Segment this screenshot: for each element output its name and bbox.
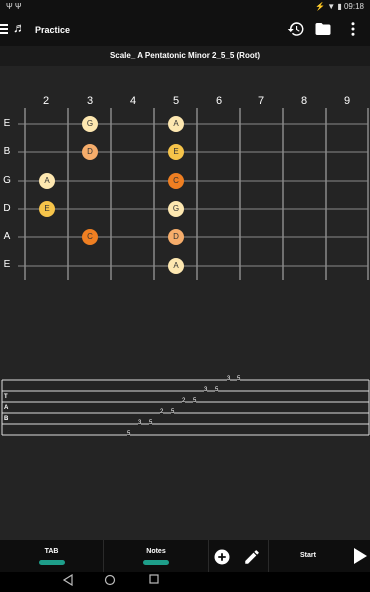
tab-number: 5	[171, 409, 175, 415]
back-icon[interactable]	[60, 573, 76, 590]
tab-number: 3	[227, 376, 231, 382]
tab-clef-letter: T	[4, 394, 8, 400]
play-icon	[353, 548, 367, 569]
tab-button[interactable]: TAB	[0, 540, 104, 572]
edit-icon[interactable]	[243, 548, 261, 566]
tab-number: 5	[149, 420, 153, 426]
add-icon[interactable]	[213, 548, 231, 566]
tab-number: 5	[193, 398, 197, 404]
tab-number: 5	[127, 431, 131, 437]
tab-number: 3	[138, 420, 142, 426]
notes-indicator	[143, 560, 169, 565]
start-label: Start	[300, 552, 316, 559]
tab-label: TAB	[44, 548, 59, 555]
system-nav-bar	[0, 572, 370, 592]
tab-number: 2	[182, 398, 186, 404]
tab-number: 3	[204, 387, 208, 393]
notes-label: Notes	[146, 548, 166, 555]
start-button[interactable]: Start	[268, 540, 370, 572]
tab-indicator	[38, 560, 65, 565]
recents-icon[interactable]	[146, 574, 162, 590]
tab-number: 2	[160, 409, 164, 415]
tab-clef-letter: B	[4, 416, 9, 422]
tab-staff	[1, 379, 370, 436]
tab-number: 5	[215, 387, 219, 393]
tab-clef-letter: A	[4, 405, 9, 411]
home-icon[interactable]	[102, 574, 118, 590]
notes-button[interactable]: Notes	[104, 540, 209, 572]
bottom-toolbar: TAB Notes Start	[0, 540, 370, 572]
tab-number: 5	[237, 376, 241, 382]
